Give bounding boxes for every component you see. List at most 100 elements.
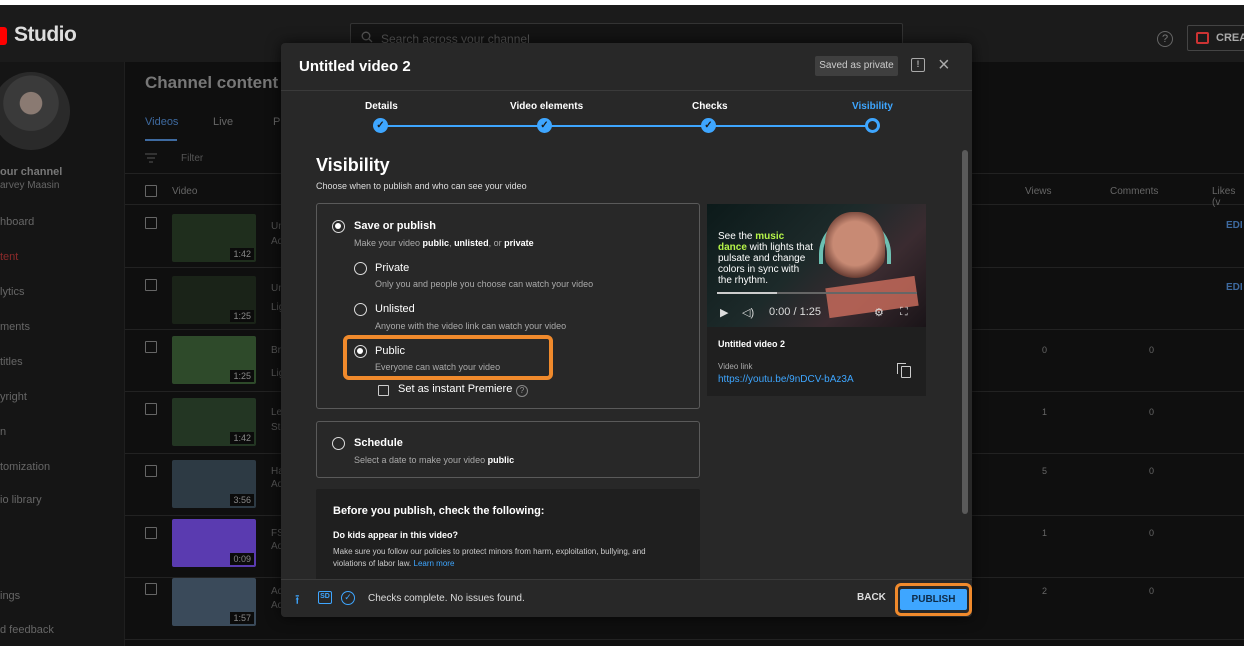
sidebar-item-copyright[interactable]: yright — [0, 391, 27, 403]
comments-count: 0 — [1149, 407, 1155, 417]
public-option-highlight — [343, 335, 553, 380]
help-question-icon[interactable]: ? — [516, 385, 528, 397]
video-thumbnail[interactable]: 1:57 — [172, 578, 256, 626]
search-icon — [361, 31, 373, 43]
sidebar-item-analytics[interactable]: lytics — [0, 286, 24, 298]
views-count: 1 — [1042, 528, 1048, 538]
unlisted-radio[interactable] — [354, 303, 367, 316]
step-done-check-icon[interactable]: ✓ — [373, 118, 388, 133]
tab-videos[interactable]: Videos — [145, 116, 178, 128]
sidebar-item-settings[interactable]: ings — [0, 590, 20, 602]
sidebar-item-earn[interactable]: n — [0, 426, 6, 438]
video-player[interactable]: See the music dance with lights that puls… — [707, 204, 926, 327]
studio-logo-text[interactable]: Studio — [14, 23, 77, 47]
your-channel-label: our channel — [0, 166, 63, 178]
row-checkbox[interactable] — [145, 217, 157, 229]
sidebar: our channel arvey Maasin hboard tent lyt… — [0, 62, 125, 646]
youtube-logo-icon[interactable] — [0, 27, 7, 45]
row-checkbox[interactable] — [145, 279, 157, 291]
schedule-radio[interactable] — [332, 437, 345, 450]
views-count: 1 — [1042, 407, 1048, 417]
select-all-checkbox[interactable] — [145, 185, 157, 197]
private-radio[interactable] — [354, 262, 367, 275]
help-icon[interactable]: ? — [1157, 31, 1173, 47]
checks-complete-icon[interactable]: ✓ — [341, 591, 355, 605]
sidebar-item-send-feedback[interactable]: d feedback — [0, 624, 54, 636]
sidebar-item-customization[interactable]: tomization — [0, 461, 50, 473]
feedback-icon[interactable]: ! — [911, 58, 925, 72]
presenter-face — [825, 212, 885, 282]
video-thumbnail[interactable]: 1:25 — [172, 336, 256, 384]
duration-badge: 1:57 — [230, 612, 254, 624]
instant-premiere-checkbox[interactable] — [378, 385, 389, 396]
unlisted-label: Unlisted — [375, 303, 415, 315]
close-icon[interactable]: × — [938, 55, 950, 75]
video-link[interactable]: https://youtu.be/9nDCV-bAz3A — [718, 374, 854, 385]
fullscreen-icon[interactable]: ⛶ — [900, 306, 908, 319]
stepper-line — [381, 125, 871, 127]
video-thumbnail[interactable]: 1:42 — [172, 398, 256, 446]
sidebar-item-content[interactable]: tent — [0, 251, 18, 263]
learn-more-link[interactable]: Learn more — [414, 559, 455, 568]
checks-status-text: Checks complete. No issues found. — [368, 593, 525, 604]
video-thumbnail[interactable]: 0:09 — [172, 519, 256, 567]
sidebar-item-dashboard[interactable]: hboard — [0, 216, 34, 228]
tab-underline — [145, 139, 177, 141]
checklist-text: Make sure you follow our policies to pro… — [333, 547, 646, 568]
filter-label: Filter — [181, 153, 204, 164]
sd-quality-icon[interactable]: SD — [318, 591, 332, 604]
tab-live[interactable]: Live — [213, 116, 233, 128]
edit-link[interactable]: EDI — [1226, 282, 1243, 293]
tab-posts[interactable]: P — [273, 116, 280, 128]
schedule-box[interactable]: Schedule Select a date to make your vide… — [316, 421, 700, 478]
dialog-footer: ⭱ SD ✓ Checks complete. No issues found.… — [281, 579, 972, 617]
upload-arrow-icon[interactable]: ⭱ — [295, 591, 300, 613]
copy-icon[interactable] — [897, 363, 911, 378]
edit-link[interactable]: EDI — [1226, 220, 1243, 231]
video-progress-bar[interactable] — [717, 292, 917, 294]
create-button[interactable]: CREAT — [1187, 25, 1244, 51]
row-checkbox[interactable] — [145, 403, 157, 415]
create-label: CREAT — [1216, 32, 1244, 44]
step-current-ring-icon[interactable] — [865, 118, 880, 133]
dialog-scrollbar[interactable] — [962, 150, 968, 514]
saved-status-badge: Saved as private — [815, 56, 898, 76]
sidebar-item-subtitles[interactable]: titles — [0, 356, 23, 368]
row-checkbox[interactable] — [145, 583, 157, 595]
progress-fill — [717, 292, 777, 294]
play-icon[interactable]: ▶ — [720, 306, 728, 319]
video-overlay-text: See the music dance with lights that puls… — [718, 231, 814, 286]
save-publish-title: Save or publish — [354, 220, 436, 232]
col-likes[interactable]: Likes (v — [1212, 186, 1244, 208]
channel-avatar[interactable] — [0, 72, 70, 150]
sidebar-item-audio-library[interactable]: io library — [0, 494, 42, 506]
publish-button[interactable]: PUBLISH — [900, 589, 967, 610]
video-thumbnail[interactable]: 1:25 — [172, 276, 256, 324]
schedule-title: Schedule — [354, 437, 403, 449]
step-checks[interactable]: Checks — [692, 101, 728, 112]
checklist-title: Before you publish, check the following: — [333, 505, 545, 517]
step-details[interactable]: Details — [365, 101, 398, 112]
private-sub: Only you and people you choose can watch… — [375, 279, 594, 289]
sidebar-item-comments[interactable]: ments — [0, 321, 30, 333]
time-display: 0:00 / 1:25 — [769, 306, 821, 318]
instant-premiere-label: Set as instant Premiere — [398, 383, 513, 395]
video-thumbnail[interactable]: 3:56 — [172, 460, 256, 508]
unlisted-sub: Anyone with the video link can watch you… — [375, 321, 567, 331]
step-video-elements[interactable]: Video elements — [510, 101, 583, 112]
video-thumbnail[interactable]: 1:42 — [172, 214, 256, 262]
row-checkbox[interactable] — [145, 465, 157, 477]
row-checkbox[interactable] — [145, 341, 157, 353]
duration-badge: 1:42 — [230, 248, 254, 260]
step-visibility[interactable]: Visibility — [852, 101, 893, 112]
volume-icon[interactable]: ◁) — [742, 306, 754, 319]
step-done-check-icon[interactable]: ✓ — [701, 118, 716, 133]
save-publish-sub: Make your video public, unlisted, or pri… — [354, 238, 534, 248]
settings-gear-icon[interactable]: ⚙ — [874, 306, 884, 319]
back-button[interactable]: BACK — [857, 592, 886, 603]
col-views[interactable]: Views — [1025, 186, 1052, 197]
step-done-check-icon[interactable]: ✓ — [537, 118, 552, 133]
save-publish-radio[interactable] — [332, 220, 345, 233]
col-comments[interactable]: Comments — [1110, 186, 1158, 197]
row-checkbox[interactable] — [145, 527, 157, 539]
